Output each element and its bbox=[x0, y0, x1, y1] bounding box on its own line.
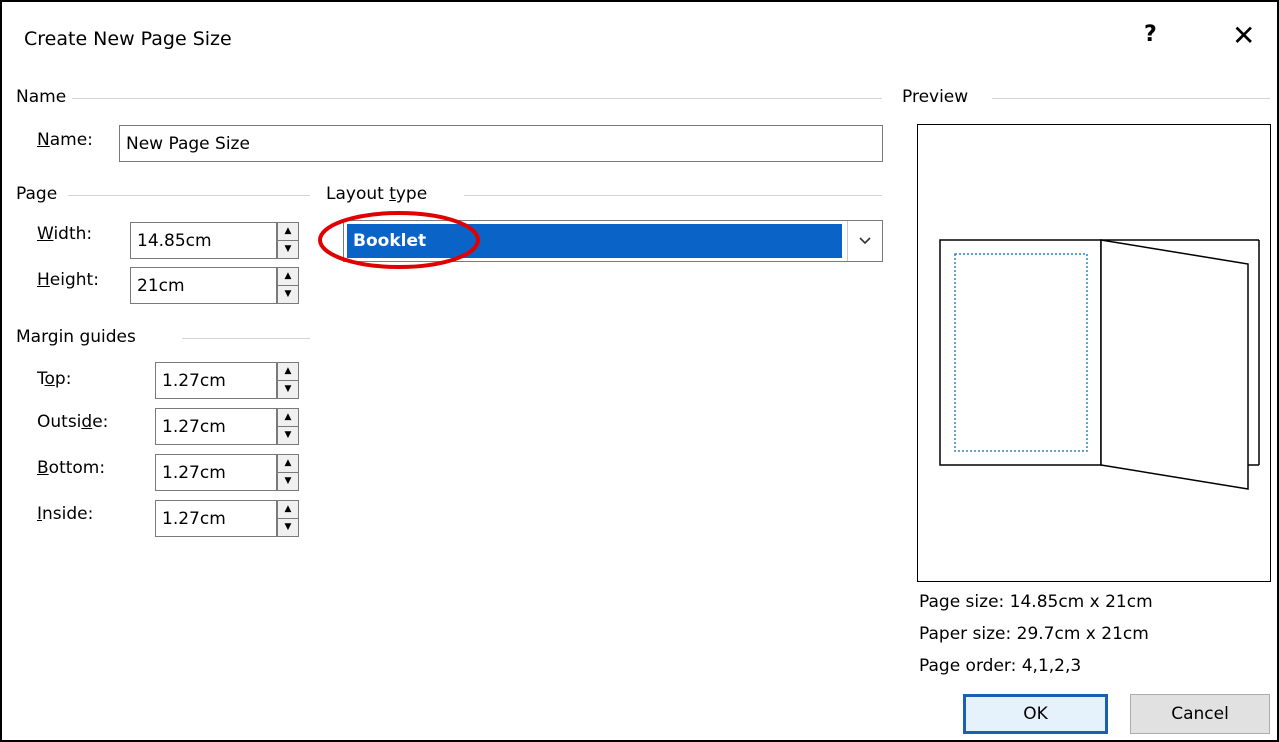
spin-up-icon[interactable]: ▲ bbox=[278, 409, 298, 427]
name-group-label: Name bbox=[16, 87, 67, 107]
bottom-margin-input[interactable]: 1.27cm bbox=[155, 454, 277, 491]
width-spinner[interactable]: ▲ ▼ bbox=[277, 222, 299, 259]
height-input[interactable]: 21cm bbox=[130, 267, 277, 304]
page-order-info: Page order: 4,1,2,3 bbox=[919, 656, 1082, 676]
top-margin-spinner[interactable]: ▲ ▼ bbox=[277, 362, 299, 399]
width-field-label: Width: bbox=[37, 224, 93, 244]
width-input[interactable]: 14.85cm bbox=[130, 222, 277, 259]
spin-down-icon[interactable]: ▼ bbox=[278, 519, 298, 537]
page-size-info: Page size: 14.85cm x 21cm bbox=[919, 592, 1153, 612]
help-icon[interactable]: ? bbox=[1144, 22, 1157, 47]
height-field-label: Height: bbox=[37, 270, 99, 290]
spin-down-icon[interactable]: ▼ bbox=[278, 381, 298, 399]
create-new-page-size-dialog: Create New Page Size ? ✕ Name Name: New … bbox=[0, 0, 1279, 742]
outside-margin-input[interactable]: 1.27cm bbox=[155, 408, 277, 445]
height-spinner[interactable]: ▲ ▼ bbox=[277, 267, 299, 304]
margin-group-divider bbox=[182, 338, 310, 339]
outside-margin-label: Outside: bbox=[37, 412, 109, 432]
booklet-preview-graphic bbox=[939, 239, 1260, 490]
spin-up-icon[interactable]: ▲ bbox=[278, 363, 298, 381]
close-icon[interactable]: ✕ bbox=[1232, 19, 1255, 52]
page-group-label: Page bbox=[16, 184, 58, 204]
page-group-divider bbox=[68, 195, 310, 196]
cancel-button[interactable]: Cancel bbox=[1130, 694, 1270, 734]
spin-up-icon[interactable]: ▲ bbox=[278, 268, 298, 286]
name-group-divider bbox=[72, 98, 882, 99]
preview-box bbox=[917, 124, 1271, 582]
paper-size-info: Paper size: 29.7cm x 21cm bbox=[919, 624, 1149, 644]
preview-group-label: Preview bbox=[902, 87, 969, 107]
top-margin-input[interactable]: 1.27cm bbox=[155, 362, 277, 399]
top-margin-label: Top: bbox=[37, 369, 72, 389]
margin-guides-group-label: Margin guides bbox=[16, 327, 136, 347]
spin-up-icon[interactable]: ▲ bbox=[278, 455, 298, 473]
spin-up-icon[interactable]: ▲ bbox=[278, 223, 298, 241]
annotation-red-ellipse bbox=[318, 211, 480, 269]
preview-group-divider bbox=[992, 98, 1270, 99]
inside-margin-label: Inside: bbox=[37, 504, 94, 524]
bottom-margin-label: Bottom: bbox=[37, 458, 106, 478]
outside-margin-spinner[interactable]: ▲ ▼ bbox=[277, 408, 299, 445]
chevron-down-icon[interactable] bbox=[847, 221, 882, 261]
spin-down-icon[interactable]: ▼ bbox=[278, 241, 298, 259]
inside-margin-input[interactable]: 1.27cm bbox=[155, 500, 277, 537]
layout-type-group-label: Layout type bbox=[326, 184, 428, 204]
name-field-label: Name: bbox=[37, 130, 93, 150]
spin-up-icon[interactable]: ▲ bbox=[278, 501, 298, 519]
name-input[interactable]: New Page Size bbox=[119, 125, 883, 162]
bottom-margin-spinner[interactable]: ▲ ▼ bbox=[277, 454, 299, 491]
spin-down-icon[interactable]: ▼ bbox=[278, 427, 298, 445]
layout-group-divider bbox=[464, 195, 882, 196]
spin-down-icon[interactable]: ▼ bbox=[278, 286, 298, 304]
inside-margin-spinner[interactable]: ▲ ▼ bbox=[277, 500, 299, 537]
ok-button[interactable]: OK bbox=[963, 694, 1108, 734]
spin-down-icon[interactable]: ▼ bbox=[278, 473, 298, 491]
dialog-title: Create New Page Size bbox=[24, 28, 232, 50]
